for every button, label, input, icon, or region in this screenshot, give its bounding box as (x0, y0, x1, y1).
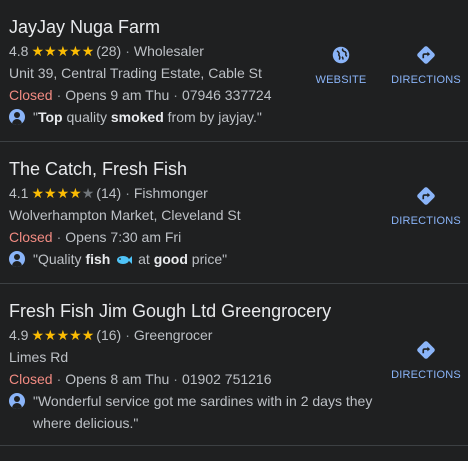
star-filled-icon: ★ (56, 43, 70, 59)
rating-value: 4.1 (9, 185, 29, 201)
star-filled-icon: ★ (69, 327, 82, 343)
business-category: Fishmonger (133, 185, 208, 201)
opening-hours: Opens 9 am Thu (65, 87, 170, 103)
review-count[interactable]: (28) (96, 43, 121, 59)
star-filled-icon: ★ (31, 185, 45, 201)
status-closed: Closed (9, 371, 53, 387)
directions-label: DIRECTIONS (391, 215, 461, 227)
review-snippet: "Top quality smoked from by jayjay." (9, 106, 389, 128)
star-filled-icon: ★ (44, 185, 57, 201)
review-text: "Quality fish at good price" (33, 251, 228, 267)
star-rating: ★★★★★ (31, 327, 94, 343)
business-name[interactable]: The Catch, Fresh Fish (9, 158, 389, 180)
review-snippet: "Quality fish at good price" (9, 248, 389, 270)
hours-row: Closed · Opens 9 am Thu · 07946 337724 (9, 84, 389, 106)
opening-hours: Opens 8 am Thu (65, 371, 170, 387)
reviewer-avatar-icon (9, 109, 25, 125)
opening-hours: Opens 7:30 am Fri (65, 229, 182, 245)
star-filled-icon: ★ (44, 43, 57, 59)
star-rating: ★★★★★ (31, 185, 94, 201)
business-name[interactable]: Fresh Fish Jim Gough Ltd Greengrocery (9, 300, 389, 322)
review-count[interactable]: (14) (96, 185, 121, 201)
website-label: WEBSITE (315, 74, 367, 86)
results-list: JayJay Nuga Farm 4.8 ★★★★★ (28) · Wholesaler… (0, 0, 468, 461)
star-rating: ★★★★★ (31, 43, 94, 59)
review-snippet: "Wonderful service got me sardines with … (9, 390, 379, 434)
separator-dot: · (125, 327, 130, 343)
star-filled-icon: ★ (69, 185, 82, 201)
star-filled-icon: ★ (56, 327, 70, 343)
directions-icon (417, 341, 435, 359)
rating-value: 4.8 (9, 43, 29, 59)
star-filled-icon: ★ (69, 43, 82, 59)
hours-row: Closed · Opens 8 am Thu · 01902 751216 (9, 368, 389, 390)
separator-dot: · (56, 371, 62, 387)
rating-value: 4.9 (9, 327, 29, 343)
reviewer-avatar-icon (9, 393, 25, 409)
review-text: "Wonderful service got me sardines with … (33, 393, 373, 431)
separator-dot: · (56, 229, 62, 245)
review-text: "Top quality smoked from by jayjay." (33, 109, 262, 125)
result-card[interactable]: Fresh Fish Jim Gough Ltd Greengrocery 4.… (0, 284, 468, 446)
separator-dot: · (125, 185, 130, 201)
star-empty-icon: ★ (81, 185, 95, 201)
directions-label: DIRECTIONS (391, 369, 461, 381)
separator-dot: · (56, 87, 62, 103)
directions-icon (417, 187, 435, 205)
directions-button[interactable]: DIRECTIONS (386, 339, 466, 381)
star-filled-icon: ★ (56, 185, 70, 201)
status-closed: Closed (9, 87, 53, 103)
business-category: Greengrocer (133, 327, 213, 343)
separator-dot: · (173, 87, 178, 103)
directions-button[interactable]: DIRECTIONS (386, 44, 466, 86)
separator-dot: · (125, 43, 130, 59)
star-filled-icon: ★ (44, 327, 57, 343)
star-filled-icon: ★ (81, 327, 95, 343)
business-category: Wholesaler (133, 43, 204, 59)
directions-icon (417, 46, 435, 64)
phone-number[interactable]: 01902 751216 (182, 371, 272, 387)
reviewer-avatar-icon (9, 251, 25, 267)
fish-emoji-icon (117, 256, 133, 264)
result-card[interactable]: JayJay Nuga Farm 4.8 ★★★★★ (28) · Wholesaler… (0, 0, 468, 142)
star-filled-icon: ★ (81, 43, 95, 59)
business-address: Wolverhampton Market, Cleveland St (9, 207, 241, 223)
business-address: Limes Rd (9, 349, 69, 365)
result-info: Fresh Fish Jim Gough Ltd Greengrocery 4.… (9, 284, 389, 434)
status-closed: Closed (9, 229, 53, 245)
rating-row: 4.9 ★★★★★ (16) · Greengrocer (9, 324, 389, 346)
business-name[interactable]: JayJay Nuga Farm (9, 16, 389, 38)
directions-button[interactable]: DIRECTIONS (386, 185, 466, 227)
rating-row: 4.1 ★★★★★ (14) · Fishmonger (9, 182, 389, 204)
star-filled-icon: ★ (31, 43, 45, 59)
hours-row: Closed · Opens 7:30 am Fri (9, 226, 389, 248)
result-info: The Catch, Fresh Fish 4.1 ★★★★★ (14) · Fishm… (9, 142, 389, 270)
globe-icon (332, 46, 350, 64)
review-count[interactable]: (16) (96, 327, 121, 343)
website-button[interactable]: WEBSITE (301, 44, 381, 86)
separator-dot: · (173, 371, 178, 387)
directions-label: DIRECTIONS (391, 74, 461, 86)
result-card[interactable]: The Catch, Fresh Fish 4.1 ★★★★★ (14) · Fishm… (0, 142, 468, 284)
star-filled-icon: ★ (31, 327, 45, 343)
phone-number[interactable]: 07946 337724 (182, 87, 272, 103)
